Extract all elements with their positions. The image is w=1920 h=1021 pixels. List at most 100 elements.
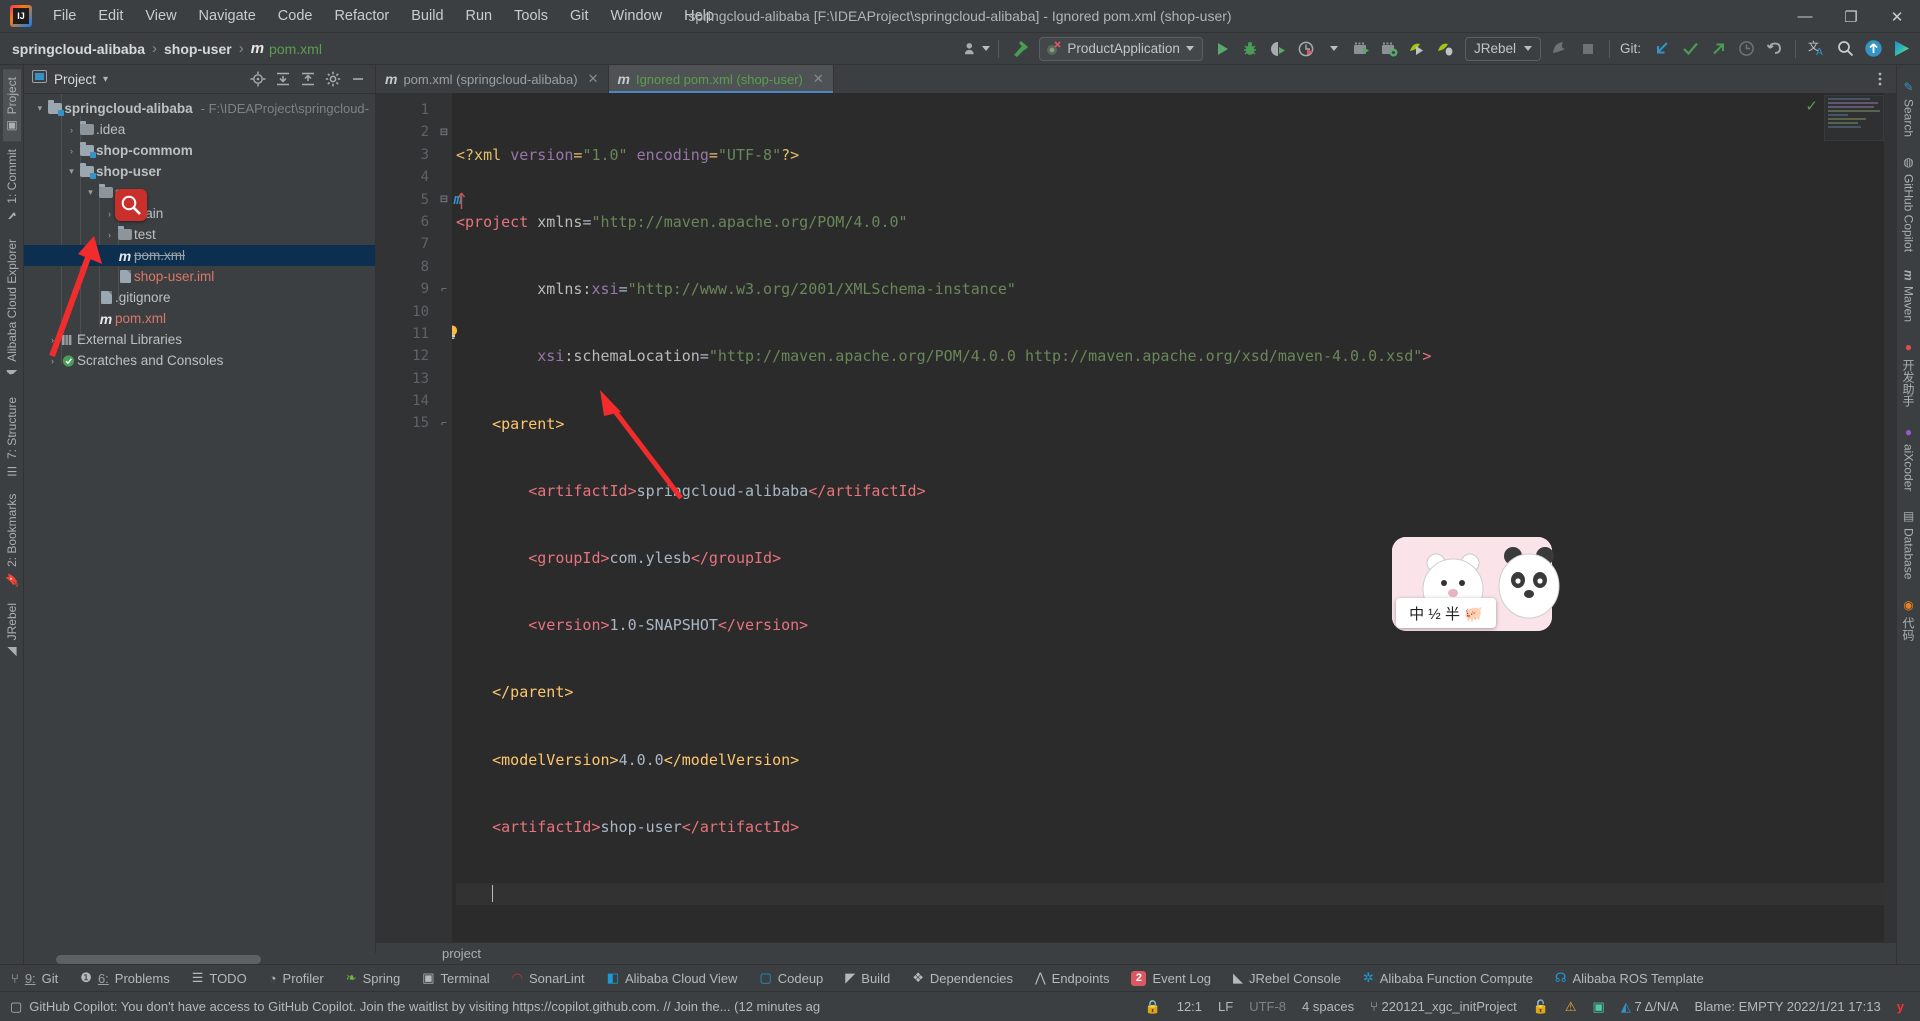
bottom-tool-problems[interactable]: ❶ 6: Problems bbox=[69, 965, 180, 992]
blame-status[interactable]: Blame: EMPTY 2022/1/21 17:13 bbox=[1687, 999, 1889, 1014]
menu-tools[interactable]: Tools bbox=[503, 4, 559, 28]
run-configuration-selector[interactable]: ProductApplication bbox=[1039, 36, 1203, 61]
tab-ignored-pom-xml-shop-user[interactable]: m Ignored pom.xml (shop-user) ✕ bbox=[608, 65, 834, 93]
editor-scrollbar[interactable] bbox=[1884, 93, 1896, 942]
file-encoding[interactable]: UTF-8 bbox=[1241, 999, 1294, 1014]
tree-item-src[interactable]: ▾ src bbox=[24, 182, 375, 203]
expand-all-icon[interactable] bbox=[272, 68, 294, 90]
update-project-icon[interactable] bbox=[1649, 36, 1675, 62]
sidebar-item-alibaba-cloud-explorer[interactable]: ☁ Alibaba Cloud Explorer bbox=[3, 231, 21, 389]
chevron-right-icon[interactable]: › bbox=[46, 335, 59, 345]
bottom-tool-dependencies[interactable]: ❖ Dependencies bbox=[901, 965, 1024, 992]
menu-view[interactable]: View bbox=[134, 4, 187, 28]
collapse-all-icon[interactable] bbox=[297, 68, 319, 90]
tree-item-pom-xml-shop-user[interactable]: m pom.xml bbox=[24, 245, 375, 266]
line-separator[interactable]: LF bbox=[1210, 999, 1241, 1014]
sidebar-item-aixcoder[interactable]: ● aiXcoder bbox=[1900, 416, 1918, 500]
code-editor[interactable]: 1 2 3 4 5 m 6 7 8 9 10 11 12 13 14 15 ⊟ … bbox=[376, 93, 1896, 942]
menu-edit[interactable]: Edit bbox=[87, 4, 134, 28]
breadcrumb-module[interactable]: shop-user bbox=[164, 41, 232, 57]
tree-item-springcloud-alibaba[interactable]: ▾ springcloud-alibaba - F:\IDEAProject\s… bbox=[24, 98, 375, 119]
code-text[interactable]: <?xml version="1.0" encoding="UTF-8"?> <… bbox=[452, 93, 1896, 942]
menu-window[interactable]: Window bbox=[600, 4, 674, 28]
menu-refactor[interactable]: Refactor bbox=[323, 4, 400, 28]
jrebel-run-icon[interactable] bbox=[1405, 36, 1431, 62]
commit-icon[interactable] bbox=[1677, 36, 1703, 62]
chevron-down-icon[interactable]: ▾ bbox=[103, 74, 108, 85]
chevron-down-icon[interactable]: ▾ bbox=[84, 187, 97, 198]
close-icon[interactable]: ✕ bbox=[813, 71, 824, 87]
lock-icon[interactable]: 🔓 bbox=[1525, 999, 1557, 1015]
sidebar-item-code[interactable]: ◉ 代码 bbox=[1898, 589, 1919, 650]
profile-dropdown-icon[interactable] bbox=[1321, 36, 1347, 62]
fold-marker-project[interactable]: ⊟ bbox=[436, 121, 452, 143]
coverage-icon[interactable] bbox=[1265, 36, 1291, 62]
deploy-settings-icon[interactable] bbox=[1377, 36, 1403, 62]
sidebar-item-bookmarks[interactable]: 🔖 2: Bookmarks bbox=[3, 486, 21, 595]
chevron-right-icon[interactable]: › bbox=[65, 125, 78, 135]
menu-build[interactable]: Build bbox=[400, 4, 454, 28]
upload-icon[interactable] bbox=[1860, 36, 1886, 62]
hammer-icon[interactable] bbox=[1007, 36, 1033, 62]
close-button[interactable]: ✕ bbox=[1874, 0, 1920, 33]
breadcrumb-file[interactable]: pom.xml bbox=[269, 41, 322, 57]
sidebar-item-github-copilot[interactable]: ◍ GitHub Copilot bbox=[1900, 146, 1918, 261]
tree-item-gitignore[interactable]: .gitignore bbox=[24, 287, 375, 308]
bottom-tool-codeup[interactable]: ▢ Codeup bbox=[748, 965, 834, 992]
run-icon[interactable] bbox=[1209, 36, 1235, 62]
project-tree[interactable]: ▾ springcloud-alibaba - F:\IDEAProject\s… bbox=[24, 94, 375, 964]
bottom-tool-terminal[interactable]: ▣ Terminal bbox=[411, 965, 500, 992]
chevron-right-icon[interactable]: › bbox=[65, 146, 78, 156]
bottom-tool-profiler[interactable]: ◔ Profiler bbox=[258, 965, 335, 992]
menu-file[interactable]: File bbox=[42, 4, 87, 28]
fold-marker-parent[interactable]: ⊟ bbox=[436, 189, 452, 211]
chevron-right-icon[interactable]: › bbox=[103, 230, 116, 240]
menu-navigate[interactable]: Navigate bbox=[188, 4, 267, 28]
bottom-tool-endpoints[interactable]: ⋀ Endpoints bbox=[1024, 965, 1121, 992]
close-icon[interactable]: ✕ bbox=[588, 71, 599, 87]
sidebar-item-database[interactable]: ▤ Database bbox=[1900, 500, 1918, 588]
sidebar-item-project[interactable]: ▣ Project bbox=[2, 69, 21, 142]
push-icon[interactable] bbox=[1705, 36, 1731, 62]
play-gradient-icon[interactable] bbox=[1888, 36, 1914, 62]
tab-pom-xml-springcloud-alibaba[interactable]: m pom.xml (springcloud-alibaba) ✕ bbox=[376, 65, 609, 93]
sidebar-item-dev-assistant[interactable]: ● 开发助手 bbox=[1898, 331, 1919, 416]
tree-item-test[interactable]: › test bbox=[24, 224, 375, 245]
bottom-tool-todo[interactable]: ☰ TODO bbox=[181, 965, 258, 992]
tree-item-shop-user[interactable]: ▾ shop-user bbox=[24, 161, 375, 182]
translate-icon[interactable]: 文A bbox=[1804, 36, 1830, 62]
warning-icon[interactable]: ⚠ bbox=[1557, 999, 1585, 1015]
minimize-button[interactable]: — bbox=[1782, 0, 1828, 33]
editor-breadcrumb[interactable]: project bbox=[376, 942, 1896, 964]
search-everywhere-icon[interactable] bbox=[1832, 36, 1858, 62]
tree-item-main[interactable]: › main bbox=[24, 203, 375, 224]
delta-status[interactable]: ◭ 7 Δ/N/A bbox=[1613, 999, 1687, 1015]
status-message[interactable]: ▢ GitHub Copilot: You don't have access … bbox=[10, 999, 820, 1015]
chevron-right-icon[interactable]: › bbox=[46, 356, 59, 366]
settings-gear-icon[interactable] bbox=[322, 68, 344, 90]
git-branch-status[interactable]: ⑂ 220121_xgc_initProject bbox=[1362, 999, 1525, 1014]
tree-item-pom-xml-root[interactable]: m pom.xml bbox=[24, 308, 375, 329]
jrebel-selector[interactable]: JRebel bbox=[1464, 36, 1541, 61]
sidebar-item-commit[interactable]: ✔ 1: Commit bbox=[3, 141, 21, 231]
sidebar-item-jrebel[interactable]: ◣ JRebel bbox=[3, 595, 21, 667]
history-icon[interactable] bbox=[1733, 36, 1759, 62]
green-square-icon[interactable]: ▣ bbox=[1585, 999, 1613, 1015]
bottom-tool-build[interactable]: ◤ Build bbox=[834, 965, 901, 992]
breadcrumb-project[interactable]: springcloud-alibaba bbox=[12, 41, 145, 57]
deploy-icon[interactable] bbox=[1349, 36, 1375, 62]
tree-item-external-libraries[interactable]: › External Libraries bbox=[24, 329, 375, 350]
maximize-button[interactable]: ❐ bbox=[1828, 0, 1874, 33]
stop-icon[interactable] bbox=[1575, 36, 1601, 62]
locate-icon[interactable] bbox=[247, 68, 269, 90]
tree-item-scratches-and-consoles[interactable]: › Scratches and Consoles bbox=[24, 350, 375, 371]
sidebar-item-search[interactable]: ✎ Search bbox=[1900, 71, 1918, 146]
hide-panel-icon[interactable] bbox=[347, 68, 369, 90]
jrebel-logo-icon[interactable] bbox=[1547, 36, 1573, 62]
menu-help[interactable]: Help bbox=[673, 4, 725, 28]
tree-item-idea[interactable]: › .idea bbox=[24, 119, 375, 140]
fold-marker-parent-end[interactable]: ⌐ bbox=[436, 278, 452, 300]
bottom-tool-jrebel-console[interactable]: ◣ JRebel Console bbox=[1222, 965, 1352, 992]
chevron-down-icon[interactable]: ▾ bbox=[65, 166, 78, 177]
bottom-tool-alibaba-function-compute[interactable]: ✲ Alibaba Function Compute bbox=[1352, 965, 1544, 992]
